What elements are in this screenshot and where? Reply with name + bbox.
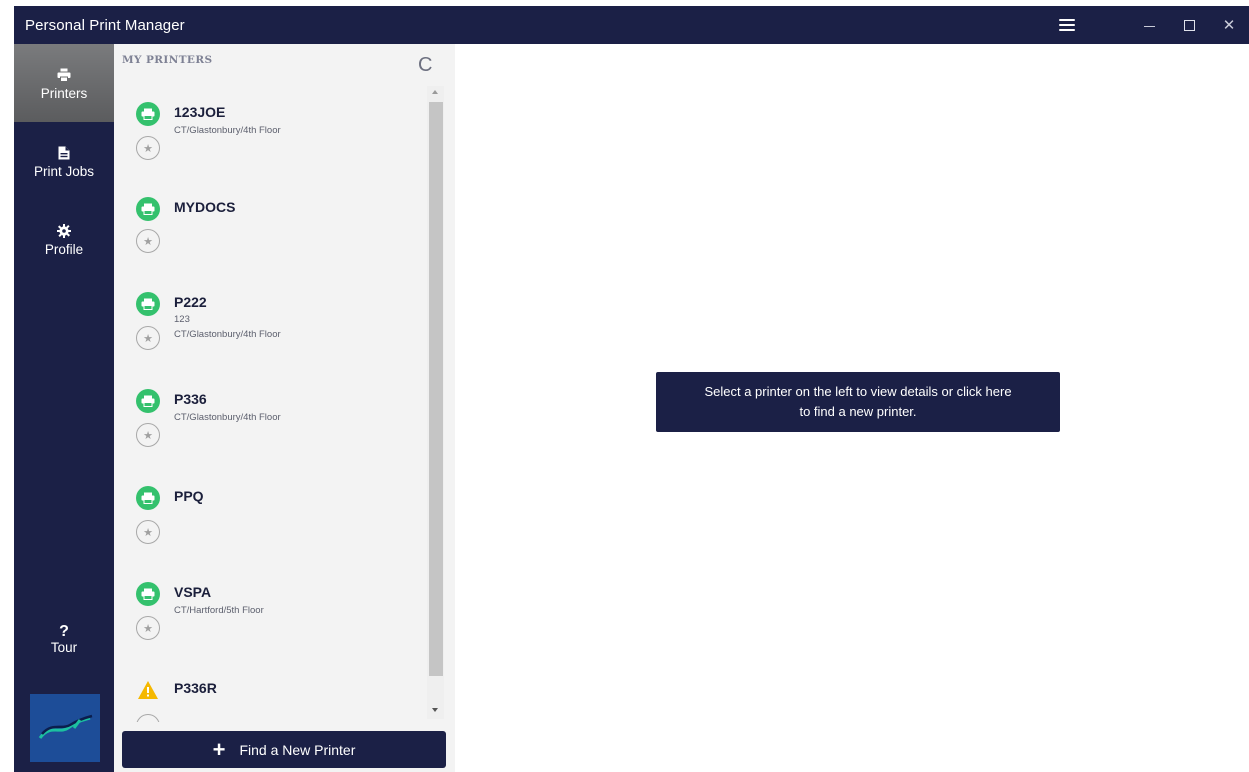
maximize-button[interactable]	[1169, 6, 1209, 44]
printer-name: 123JOE	[174, 104, 226, 120]
printer-status-warning-icon	[136, 678, 160, 702]
nav-label-profile: Profile	[44, 241, 84, 257]
nav-item-profile[interactable]: Profile	[14, 200, 114, 278]
document-icon	[58, 144, 70, 162]
nav-item-printers[interactable]: Printers	[14, 44, 114, 122]
printer-icon	[57, 66, 71, 84]
printer-status-ok-icon	[136, 197, 160, 221]
nav-label-printers: Printers	[40, 85, 88, 101]
minimize-icon	[1143, 25, 1155, 27]
printer-description: 123	[174, 314, 190, 325]
printer-name: VSPA	[174, 584, 212, 600]
find-new-printer-button[interactable]: + Find a New Printer	[122, 731, 446, 768]
printer-status-ok-icon	[136, 486, 160, 510]
printer-name: PPQ	[174, 488, 204, 504]
favorite-star-icon[interactable]: ★	[136, 714, 160, 722]
nav-label-print-jobs: Print Jobs	[33, 163, 95, 179]
favorite-star-icon[interactable]: ★	[136, 616, 160, 640]
brand-logo-icon	[30, 694, 100, 762]
printer-item[interactable]: P336R ★	[136, 678, 416, 722]
printer-location: CT/Glastonbury/4th Floor	[174, 125, 281, 136]
nav-label-tour: Tour	[50, 640, 78, 655]
printers-panel: MY PRINTERS C 123JOE CT/Glastonbury/4th …	[114, 44, 455, 772]
hamburger-menu-button[interactable]	[1047, 6, 1087, 44]
favorite-star-icon[interactable]: ★	[136, 326, 160, 350]
printer-status-ok-icon	[136, 389, 160, 413]
minimize-button[interactable]	[1129, 6, 1169, 44]
select-printer-hint-button[interactable]: Select a printer on the left to view det…	[656, 372, 1060, 432]
scroll-down-arrow-icon[interactable]	[432, 708, 438, 712]
printer-location: CT/Glastonbury/4th Floor	[174, 412, 281, 423]
hint-line-2: to find a new printer.	[799, 404, 917, 419]
scroll-up-arrow-icon[interactable]	[432, 90, 438, 94]
printer-status-ok-icon	[136, 292, 160, 316]
nav-item-print-jobs[interactable]: Print Jobs	[14, 122, 114, 200]
hamburger-icon	[1059, 19, 1075, 31]
find-new-printer-label: Find a New Printer	[239, 741, 356, 758]
plus-icon: +	[212, 736, 226, 762]
maximize-icon	[1183, 19, 1195, 31]
printer-name: P336R	[174, 680, 217, 696]
nav-item-tour[interactable]: ? Tour	[14, 623, 114, 656]
title-bar: Personal Print Manager ✕	[14, 6, 1249, 44]
app-title: Personal Print Manager	[25, 16, 185, 34]
panel-title: MY PRINTERS	[122, 54, 213, 66]
gear-icon	[57, 222, 71, 240]
printer-location: CT/Glastonbury/4th Floor	[174, 329, 281, 340]
question-icon: ?	[59, 623, 69, 640]
printer-name: MYDOCS	[174, 199, 236, 215]
printer-name: P222	[174, 294, 207, 310]
printer-name: P336	[174, 391, 207, 407]
main-content: Select a printer on the left to view det…	[455, 44, 1249, 772]
printer-location: CT/Hartford/5th Floor	[174, 605, 264, 616]
printer-status-ok-icon	[136, 582, 160, 606]
close-button[interactable]: ✕	[1209, 6, 1249, 44]
favorite-star-icon[interactable]: ★	[136, 229, 160, 253]
hint-line-1: Select a printer on the left to view det…	[704, 384, 1012, 399]
window-controls: ✕	[1047, 6, 1249, 44]
favorite-star-icon[interactable]: ★	[136, 520, 160, 544]
refresh-icon[interactable]: C	[418, 55, 432, 75]
left-nav: Printers Print Jobs Profile ? Tour	[14, 44, 114, 772]
favorite-star-icon[interactable]: ★	[136, 423, 160, 447]
favorite-star-icon[interactable]: ★	[136, 136, 160, 160]
printer-status-ok-icon	[136, 102, 160, 126]
close-icon: ✕	[1222, 17, 1236, 34]
scrollbar-thumb[interactable]	[429, 102, 443, 676]
